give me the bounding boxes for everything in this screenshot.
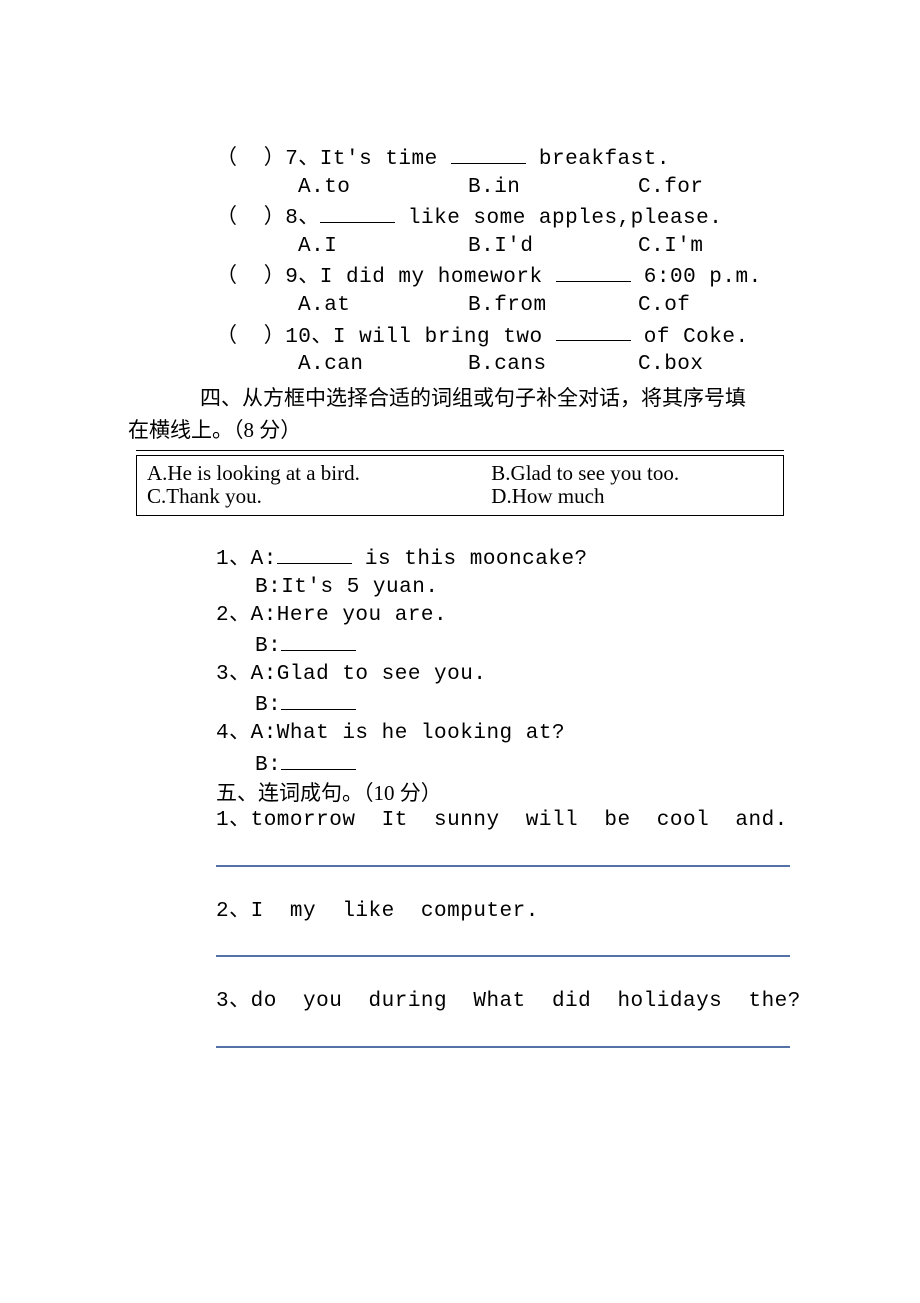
q10-optA[interactable]: A.can <box>298 354 468 377</box>
section-4-title-line2: 在横线上。（8 分） <box>128 419 792 442</box>
answer-line-1[interactable] <box>216 865 790 867</box>
dialog-3-A: 3、A:Glad to see you. <box>216 664 792 687</box>
q8-pre: （ ）8、 <box>216 207 320 230</box>
q7-post: breakfast. <box>526 148 670 171</box>
blank[interactable] <box>451 145 526 164</box>
dialog-2-A: 2、A:Here you are. <box>216 605 792 628</box>
blank[interactable] <box>281 751 356 770</box>
q9-pre: （ ）9、I did my homework <box>216 266 556 289</box>
q7-optB[interactable]: B.in <box>468 177 638 200</box>
d4-b-pre: B: <box>255 754 281 777</box>
d2-b-pre: B: <box>255 635 281 658</box>
question-7-options: A.toB.inC.for <box>298 177 792 200</box>
q10-pre: （ ）10、I will bring two <box>216 325 556 348</box>
q9-optA[interactable]: A.at <box>298 295 468 318</box>
q8-optB[interactable]: B.I'd <box>468 236 638 259</box>
worksheet-page: （ ）7、It's time breakfast. A.toB.inC.for … <box>0 0 920 1303</box>
q7-optC[interactable]: C.for <box>638 176 704 199</box>
box-option-D: D.How much <box>491 485 773 508</box>
blank[interactable] <box>320 204 395 223</box>
question-9: （ ）9、I did my homework 6:00 p.m. <box>216 263 792 290</box>
q9-optC[interactable]: C.of <box>638 294 690 317</box>
question-8: （ ）8、 like some apples,please. <box>216 204 792 231</box>
box-top-rule <box>136 450 784 451</box>
dialog-1-A: 1、A: is this mooncake? <box>216 545 792 572</box>
question-9-options: A.atB.fromC.of <box>298 295 792 318</box>
blank[interactable] <box>281 691 356 710</box>
question-10: （ ）10、I will bring two of Coke. <box>216 323 792 350</box>
d1-a-pre: 1、A: <box>216 548 277 571</box>
sentence-2: 2、I my like computer. <box>216 901 792 924</box>
dialog-1-B: B:It's 5 yuan. <box>255 577 792 600</box>
question-10-options: A.canB.cansC.box <box>298 354 792 377</box>
box-option-B: B.Glad to see you too. <box>491 462 773 485</box>
sentence-3: 3、do you during What did holidays the? <box>216 991 792 1014</box>
d3-b-pre: B: <box>255 694 281 717</box>
q8-post: like some apples,please. <box>395 207 723 230</box>
section-5-title: 五、连词成句。（10 分） <box>216 782 792 805</box>
sentence-1: 1、tomorrow It sunny will be cool and. <box>216 810 792 833</box>
q10-optB[interactable]: B.cans <box>468 354 638 377</box>
section-4-title-line1: 四、从方框中选择合适的词组或句子补全对话，将其序号填 <box>200 387 792 410</box>
question-8-options: A.IB.I'dC.I'm <box>298 236 792 259</box>
answer-line-2[interactable] <box>216 955 790 957</box>
dialog-4-B: B: <box>255 751 792 778</box>
dialog-4-A: 4、A:What is he looking at? <box>216 723 792 746</box>
question-7: （ ）7、It's time breakfast. <box>216 145 792 172</box>
d1-a-post: is this mooncake? <box>352 548 588 571</box>
q9-optB[interactable]: B.from <box>468 295 638 318</box>
q8-optA[interactable]: A.I <box>298 236 468 259</box>
blank[interactable] <box>281 632 356 651</box>
option-box: A.He is looking at a bird. B.Glad to see… <box>128 450 792 516</box>
q8-optC[interactable]: C.I'm <box>638 235 704 258</box>
blank[interactable] <box>277 545 352 564</box>
q10-optC[interactable]: C.box <box>638 353 704 376</box>
blank[interactable] <box>556 263 631 282</box>
q7-pre: （ ）7、It's time <box>216 148 451 171</box>
dialog-3-B: B: <box>255 691 792 718</box>
box-option-A: A.He is looking at a bird. <box>147 462 491 485</box>
q9-post: 6:00 p.m. <box>631 266 762 289</box>
q7-optA[interactable]: A.to <box>298 177 468 200</box>
answer-line-3[interactable] <box>216 1046 790 1048</box>
box-option-C: C.Thank you. <box>147 485 491 508</box>
q10-post: of Coke. <box>631 325 749 348</box>
dialog-2-B: B: <box>255 632 792 659</box>
blank[interactable] <box>556 323 631 342</box>
